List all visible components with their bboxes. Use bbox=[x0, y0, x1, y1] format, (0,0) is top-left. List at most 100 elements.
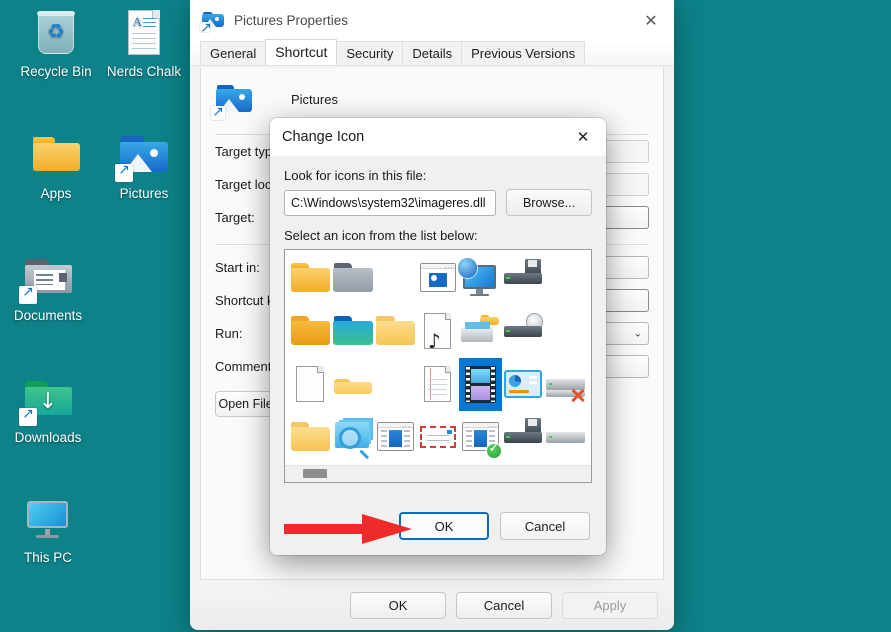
server-plain-icon bbox=[545, 417, 587, 459]
icon-cell-network-computer[interactable] bbox=[457, 252, 502, 305]
icon-cell-empty[interactable] bbox=[374, 358, 417, 411]
desktop-icon-label: This PC bbox=[23, 550, 72, 565]
icon-cell-server-disconnected[interactable] bbox=[544, 358, 587, 411]
change-icon-footer: OK Cancel bbox=[270, 497, 606, 555]
desktop-icon-label: Nerds Chalk bbox=[106, 64, 182, 79]
icon-cell-blank-page[interactable] bbox=[289, 358, 332, 411]
tab-security[interactable]: Security bbox=[336, 41, 404, 65]
change-icon-titlebar: Change Icon ✕ bbox=[270, 118, 606, 156]
folder-plain-icon bbox=[289, 417, 331, 459]
icon-cell-search-folders[interactable] bbox=[332, 411, 375, 464]
desktop-icon-this-pc[interactable]: This PC bbox=[0, 494, 96, 566]
lined-document-icon bbox=[417, 364, 459, 406]
icon-cell-folder-flat[interactable] bbox=[332, 358, 375, 411]
downloads-folder-icon: ↓ bbox=[19, 374, 73, 426]
icon-cell-disc-drive[interactable] bbox=[502, 305, 545, 358]
this-pc-icon bbox=[23, 494, 73, 544]
tab-details[interactable]: Details bbox=[402, 41, 463, 65]
shortcut-arrow-icon bbox=[19, 284, 37, 304]
desktop-icon-apps[interactable]: Apps bbox=[8, 130, 104, 202]
server-floppy-icon bbox=[502, 258, 544, 300]
close-icon[interactable]: ✕ bbox=[564, 118, 602, 156]
film-strip-icon bbox=[460, 364, 502, 406]
properties-cancel-button[interactable]: Cancel bbox=[456, 591, 552, 619]
icon-cell-printer-folder[interactable] bbox=[459, 305, 502, 358]
icon-cell-server-floppy[interactable] bbox=[502, 252, 545, 305]
tab-general[interactable]: General bbox=[200, 41, 267, 65]
server-disconnected-icon bbox=[545, 364, 587, 406]
icon-path-input[interactable]: C:\Windows\system32\imageres.dll bbox=[284, 189, 496, 216]
properties-titlebar: Pictures Properties ✕ bbox=[190, 0, 674, 40]
text-document-icon: A bbox=[119, 8, 169, 58]
disc-drive-icon bbox=[502, 311, 544, 353]
documents-folder-icon bbox=[19, 252, 73, 304]
search-folders-icon bbox=[332, 417, 374, 459]
printer-folder-icon bbox=[460, 311, 502, 353]
window-pane-check-icon: ··· bbox=[460, 417, 503, 460]
desktop-icon-label: Documents bbox=[13, 308, 83, 323]
change-icon-title: Change Icon bbox=[282, 129, 365, 145]
properties-apply-button: Apply bbox=[562, 591, 658, 619]
icon-cell-picture-window[interactable]: ··· bbox=[417, 252, 460, 305]
icon-list-horizontal-scrollbar[interactable] bbox=[285, 465, 591, 482]
desktop-icon-label: Apps bbox=[40, 186, 72, 201]
icon-cell-lined-document[interactable] bbox=[417, 358, 460, 411]
folder-yellow-icon bbox=[289, 258, 331, 300]
change-icon-cancel-button[interactable]: Cancel bbox=[500, 512, 590, 540]
recycle-bin-icon: ♻ bbox=[31, 8, 81, 58]
desktop-icon-documents[interactable]: Documents bbox=[0, 252, 96, 324]
icon-cell-music-file[interactable]: ♪ bbox=[417, 305, 460, 358]
look-for-icons-label: Look for icons in this file: bbox=[284, 168, 427, 183]
icon-cell-folder-pale-yellow[interactable] bbox=[374, 305, 417, 358]
icon-cell-empty[interactable] bbox=[374, 252, 417, 305]
desktop-icon-recycle-bin[interactable]: ♻ Recycle Bin bbox=[8, 8, 104, 80]
icon-cell-window-pane[interactable]: ··· bbox=[374, 411, 417, 464]
music-file-icon: ♪ bbox=[417, 311, 459, 353]
icon-cell-folder-gray[interactable] bbox=[332, 252, 375, 305]
change-icon-dialog: Change Icon ✕ Look for icons in this fil… bbox=[270, 118, 606, 555]
folder-teal-gradient-icon bbox=[332, 311, 374, 353]
tab-shortcut[interactable]: Shortcut bbox=[265, 39, 338, 65]
icon-cell-empty[interactable] bbox=[544, 252, 587, 305]
folder-orange-icon bbox=[289, 311, 331, 353]
close-icon[interactable]: ✕ bbox=[628, 0, 674, 40]
properties-window-title: Pictures Properties bbox=[234, 12, 349, 28]
shortcut-arrow-icon bbox=[19, 406, 37, 426]
folder-gray-icon bbox=[332, 258, 374, 300]
desktop-icon-label: Pictures bbox=[119, 186, 169, 201]
folder-icon bbox=[31, 130, 81, 180]
desktop-icon-label: Recycle Bin bbox=[20, 64, 92, 79]
window-pane-icon: ··· bbox=[374, 417, 416, 459]
browse-button[interactable]: Browse... bbox=[506, 189, 592, 216]
icon-cell-envelope[interactable] bbox=[417, 411, 460, 464]
blank-page-icon bbox=[289, 364, 331, 406]
picture-window-icon: ··· bbox=[417, 258, 459, 300]
icon-cell-folder-plain[interactable] bbox=[289, 411, 332, 464]
change-icon-body: Look for icons in this file: C:\Windows\… bbox=[270, 156, 606, 483]
envelope-icon bbox=[417, 417, 459, 459]
tab-previous-versions[interactable]: Previous Versions bbox=[461, 41, 586, 65]
icon-cell-folder-yellow[interactable] bbox=[289, 252, 332, 305]
shortcut-arrow-icon bbox=[200, 20, 210, 36]
chart-panel-icon bbox=[502, 364, 544, 406]
change-icon-ok-button[interactable]: OK bbox=[399, 512, 489, 540]
icon-cell-empty[interactable] bbox=[544, 305, 587, 358]
icon-cell-server-plain[interactable] bbox=[544, 411, 587, 464]
desktop-icon-label: Downloads bbox=[14, 430, 82, 445]
desktop-icon-nerds-chalk[interactable]: A Nerds Chalk bbox=[96, 8, 192, 80]
icon-grid: ··· ♪ ··· ··· ✓ bbox=[285, 250, 591, 464]
icon-cell-chart-panel[interactable] bbox=[502, 358, 545, 411]
pictures-shortcut-icon bbox=[200, 9, 224, 36]
properties-ok-button[interactable]: OK bbox=[350, 591, 446, 619]
desktop-icon-downloads[interactable]: ↓ Downloads bbox=[0, 374, 96, 446]
desktop-icon-pictures[interactable]: Pictures bbox=[96, 130, 192, 202]
scrollbar-thumb[interactable] bbox=[303, 469, 327, 478]
icon-cell-window-pane-check[interactable]: ··· bbox=[459, 411, 503, 464]
icon-cell-folder-teal-gradient[interactable] bbox=[332, 305, 375, 358]
properties-footer: OK Cancel Apply bbox=[190, 580, 674, 630]
icon-listbox[interactable]: ··· ♪ ··· ··· ✓ bbox=[284, 249, 592, 483]
icon-cell-folder-orange[interactable] bbox=[289, 305, 332, 358]
icon-cell-server-save[interactable] bbox=[502, 411, 545, 464]
icon-cell-film-strip[interactable] bbox=[459, 358, 502, 411]
pictures-folder-icon bbox=[115, 130, 169, 182]
